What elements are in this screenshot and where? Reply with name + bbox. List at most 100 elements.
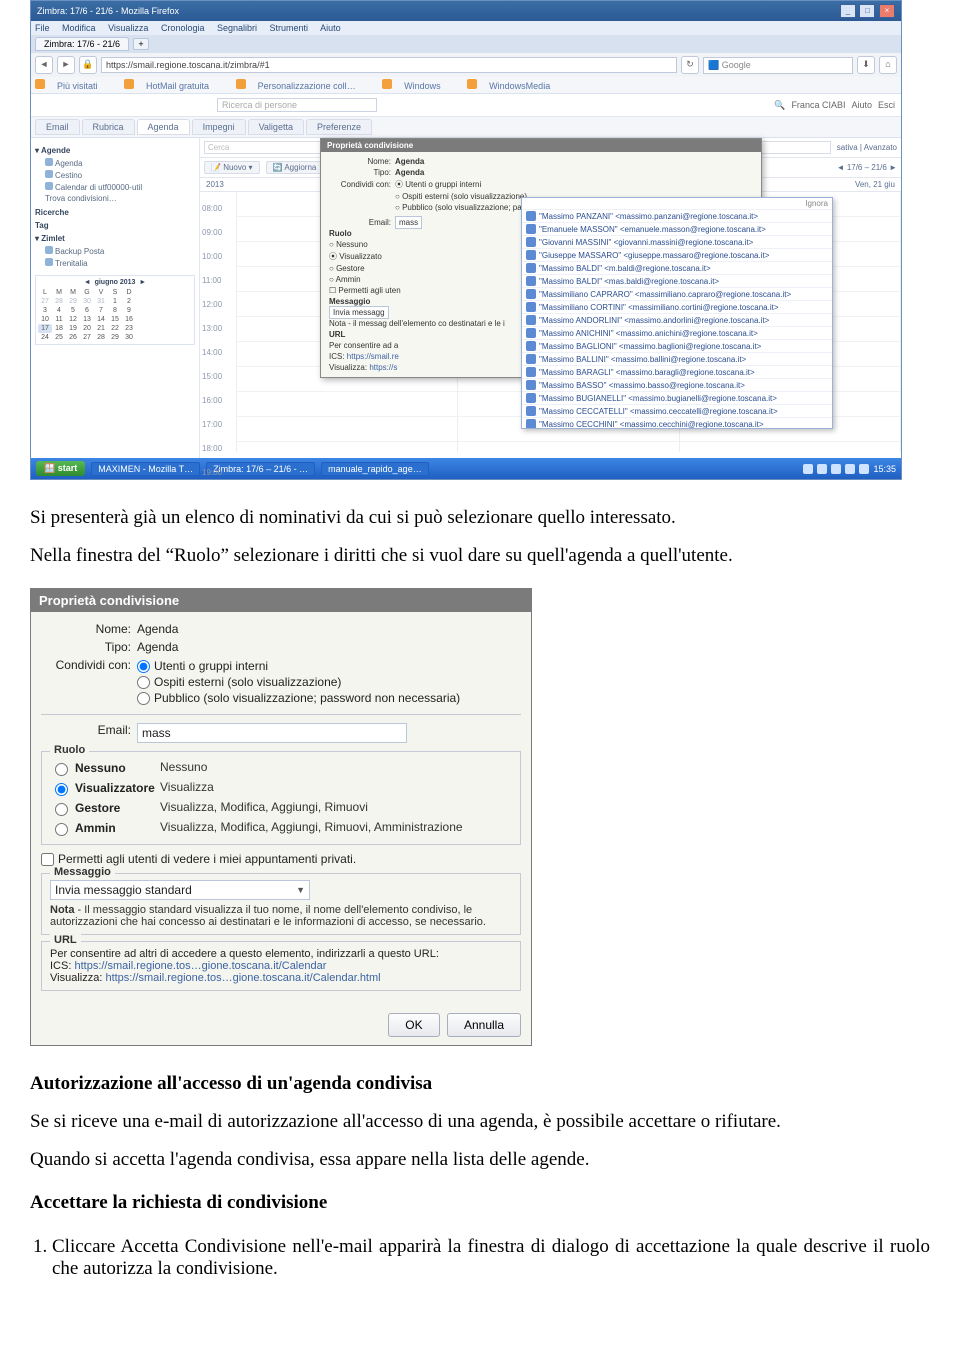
ics-url[interactable]: ICS: https://smail.regione.tos…gione.tos… — [50, 960, 512, 972]
suggestion-item[interactable]: "Massimo BAGLIONI" <massimo.baglioni@reg… — [522, 340, 832, 353]
bookmarks-bar: Più visitati HotMail gratuita Personaliz… — [31, 77, 901, 94]
zimlet-backup[interactable]: Backup Posta — [35, 245, 195, 257]
suggestion-text: "Massimo BARAGLI" <massimo.baragli@regio… — [539, 368, 755, 377]
suggestion-item[interactable]: "Massimiliano CORTINI" <massimiliano.cor… — [522, 301, 832, 314]
search-icon[interactable]: 🔍 — [774, 100, 785, 111]
suggestion-item[interactable]: "Massimo BARAGLI" <massimo.baragli@regio… — [522, 366, 832, 379]
year-label: 2013 — [206, 180, 224, 189]
ignore-link[interactable]: Ignora — [522, 198, 832, 210]
suggestion-item[interactable]: "Massimo BALLINI" <massimo.ballini@regio… — [522, 353, 832, 366]
suggestion-item[interactable]: "Emanuele MASSON" <emanuele.masson@regio… — [522, 223, 832, 236]
tray-icon[interactable] — [803, 464, 813, 474]
taskbar-item[interactable]: MAXIMEN - Mozilla T… — [91, 462, 200, 476]
role-ammin[interactable]: Ammin Visualizza, Modifica, Aggiungi, Ri… — [50, 818, 512, 838]
tray-icon[interactable] — [831, 464, 841, 474]
back-icon[interactable]: ◄ — [35, 56, 53, 74]
help-link[interactable]: Aiuto — [851, 100, 872, 110]
suggestion-item[interactable]: "Massimo PANZANI" <massimo.panzani@regio… — [522, 210, 832, 223]
start-button[interactable]: 🪟 start — [36, 461, 85, 476]
menu-help[interactable]: Aiuto — [320, 23, 341, 33]
mini-calendar[interactable]: ◄ giugno 2013 ► LMMGVSD 272829303112 345… — [35, 275, 195, 345]
radio-public[interactable]: Pubblico (solo visualizzazione; password… — [137, 690, 460, 706]
role-radio[interactable] — [55, 823, 68, 836]
permit-checkbox[interactable]: Permetti agli utenti di vedere i miei ap… — [41, 851, 521, 867]
radio-internal[interactable]: Utenti o gruppi interni — [137, 658, 460, 674]
close-icon[interactable]: × — [879, 4, 895, 18]
suggestion-item[interactable]: "Giovanni MASSINI" <giovanni.massini@reg… — [522, 236, 832, 249]
role-gestore[interactable]: Gestore Visualizza, Modifica, Aggiungi, … — [50, 798, 512, 818]
radio-input[interactable] — [137, 676, 150, 689]
suggestion-item[interactable]: "Giuseppe MASSARO" <giuseppe.massaro@reg… — [522, 249, 832, 262]
tray-icon[interactable] — [859, 464, 869, 474]
browser-tab[interactable]: Zimbra: 17/6 - 21/6 — [35, 37, 129, 51]
suggestion-item[interactable]: "Massimo CECCATELLI" <massimo.ceccatelli… — [522, 405, 832, 418]
bookmark-most-visited[interactable]: Più visitati — [35, 81, 110, 91]
refresh-button[interactable]: 🔄 Aggiorna — [266, 161, 324, 174]
radio-input[interactable] — [137, 692, 150, 705]
menu-history[interactable]: Cronologia — [161, 23, 205, 33]
sidebar-item-shared-cal[interactable]: Calendar di utf00000-util — [35, 181, 195, 193]
tab-rubrica[interactable]: Rubrica — [82, 119, 135, 135]
checkbox-input[interactable] — [41, 853, 54, 866]
url-field[interactable]: https://smail.regione.toscana.it/zimbra/… — [101, 57, 677, 73]
logout-link[interactable]: Esci — [878, 100, 895, 110]
minimize-icon[interactable]: _ — [840, 4, 856, 18]
suggestion-item[interactable]: "Massimo BALDI" <mas.baldi@regione.tosca… — [522, 275, 832, 288]
radio-external[interactable]: Ospiti esterni (solo visualizzazione) — [137, 674, 460, 690]
role-radio[interactable] — [55, 803, 68, 816]
tray-icon[interactable] — [845, 464, 855, 474]
bookmark-custom[interactable]: Personalizzazione coll… — [236, 81, 368, 91]
suggestion-text: "Giovanni MASSINI" <giovanni.massini@reg… — [539, 238, 753, 247]
tray-icon[interactable] — [817, 464, 827, 474]
sidebar-item-agenda[interactable]: Agenda — [35, 157, 195, 169]
suggestion-item[interactable]: "Massimiliano CAPRARO" <massimiliano.cap… — [522, 288, 832, 301]
home-icon[interactable]: ⌂ — [879, 56, 897, 74]
sidebar-item-find-shares[interactable]: Trova condivisioni… — [35, 193, 195, 204]
view-url[interactable]: Visualizza: https://smail.regione.tos…gi… — [50, 972, 512, 984]
menu-edit[interactable]: Modifica — [62, 23, 96, 33]
menu-view[interactable]: Visualizza — [108, 23, 148, 33]
zimlet-trenitalia[interactable]: Trenitalia — [35, 257, 195, 269]
menu-bookmarks[interactable]: Segnalibri — [217, 23, 257, 33]
email-input[interactable]: mass — [137, 723, 407, 743]
forward-icon[interactable]: ► — [57, 56, 75, 74]
bookmark-windowsmedia[interactable]: WindowsMedia — [467, 81, 562, 91]
ok-button[interactable]: OK — [388, 1013, 439, 1037]
suggestion-item[interactable]: "Massimo ANDORLINI" <massimo.andorlini@r… — [522, 314, 832, 327]
people-search[interactable]: Ricerca di persone — [217, 98, 377, 112]
role-nessuno[interactable]: Nessuno Nessuno — [50, 758, 512, 778]
suggestion-item[interactable]: "Massimo CECCHINI" <massimo.cecchini@reg… — [522, 418, 832, 429]
suggestion-item[interactable]: "Massimo BALDI" <m.baldi@regione.toscana… — [522, 262, 832, 275]
taskbar-item[interactable]: manuale_rapido_age… — [321, 462, 429, 476]
menu-file[interactable]: File — [35, 23, 50, 33]
view-options[interactable]: sativa | Avanzato — [837, 143, 897, 152]
bookmark-windows[interactable]: Windows — [382, 81, 453, 91]
folder-icon — [35, 79, 45, 89]
window-title: Zimbra: 17/6 - 21/6 - Mozilla Firefox — [37, 6, 179, 16]
menu-tools[interactable]: Strumenti — [270, 23, 309, 33]
suggestion-item[interactable]: "Massimo BASSO" <massimo.basso@regione.t… — [522, 379, 832, 392]
suggestion-item[interactable]: "Massimo BUGIANELLI" <massimo.bugianelli… — [522, 392, 832, 405]
download-icon[interactable]: ⬇ — [857, 56, 875, 74]
bookmark-hotmail[interactable]: HotMail gratuita — [124, 81, 221, 91]
tab-valigetta[interactable]: Valigetta — [248, 119, 304, 135]
role-radio[interactable] — [55, 783, 68, 796]
tab-agenda[interactable]: Agenda — [137, 119, 190, 135]
date-nav[interactable]: ◄ 17/6 – 21/6 ► — [837, 163, 897, 172]
cancel-button[interactable]: Annulla — [447, 1013, 521, 1037]
sidebar-item-trash[interactable]: Cestino — [35, 169, 195, 181]
email-input[interactable]: mass — [395, 216, 422, 229]
maximize-icon[interactable]: □ — [859, 4, 875, 18]
radio-input[interactable] — [137, 660, 150, 673]
tab-email[interactable]: Email — [35, 119, 80, 135]
suggestion-item[interactable]: "Massimo ANICHINI" <massimo.anichini@reg… — [522, 327, 832, 340]
tab-preferenze[interactable]: Preferenze — [306, 119, 372, 135]
message-select[interactable]: Invia messaggio standard ▼ — [50, 880, 310, 900]
role-visualizzatore[interactable]: Visualizzatore Visualizza — [50, 778, 512, 798]
tab-impegni[interactable]: Impegni — [192, 119, 246, 135]
browser-search[interactable]: 🟦 Google — [703, 57, 853, 74]
new-button[interactable]: 📝 Nuovo ▾ — [204, 161, 260, 174]
role-radio[interactable] — [55, 763, 68, 776]
reload-icon[interactable]: ↻ — [681, 56, 699, 74]
new-tab-button[interactable]: + — [133, 38, 149, 50]
